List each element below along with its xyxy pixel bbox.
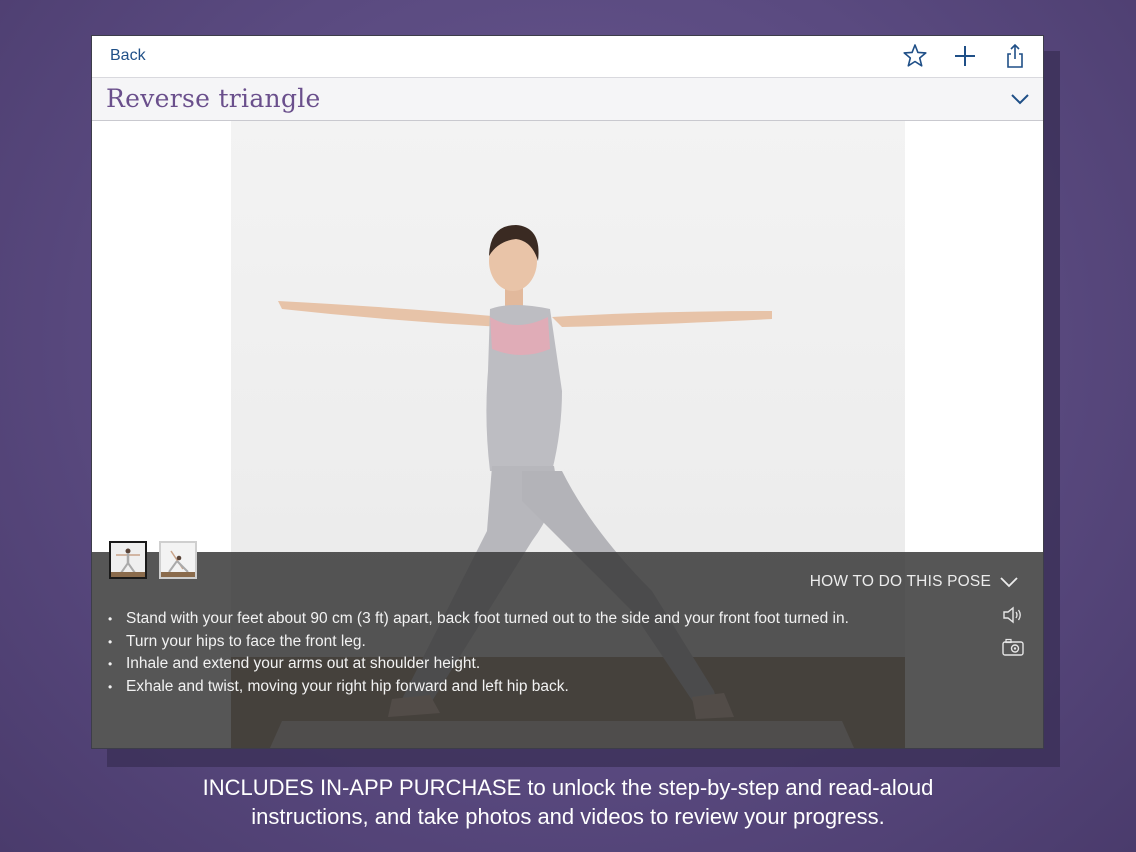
promo-caption-line-1: INCLUDES IN-APP PURCHASE to unlock the s… — [202, 775, 934, 800]
how-to-toggle[interactable]: HOW TO DO THIS POSE — [810, 573, 1019, 591]
chevron-down-icon — [1000, 577, 1018, 588]
pose-thumbnail-image — [111, 543, 145, 577]
promo-caption: INCLUDES IN-APP PURCHASE to unlock the s… — [0, 773, 1136, 831]
list-item: Exhale and twist, moving your right hip … — [108, 676, 849, 699]
share-icon[interactable] — [1001, 42, 1029, 70]
pose-thumbnail-image — [161, 543, 195, 577]
chevron-down-icon[interactable] — [1009, 90, 1031, 108]
star-icon[interactable] — [901, 42, 929, 70]
back-button[interactable]: Back — [110, 47, 146, 65]
top-toolbar: Back — [92, 36, 1043, 78]
plus-icon[interactable] — [951, 42, 979, 70]
thumbnail-twisted-pose[interactable] — [159, 541, 197, 579]
list-item: Inhale and extend your arms out at shoul… — [108, 653, 849, 676]
list-item: Stand with your feet about 90 cm (3 ft) … — [108, 608, 849, 631]
app-window: Back Reverse triangle HOW TO DO THIS POS… — [91, 35, 1044, 749]
thumbnail-standing-pose[interactable] — [109, 541, 147, 579]
how-to-header: HOW TO DO THIS POSE — [809, 573, 991, 590]
promo-caption-line-2: instructions, and take photos and videos… — [251, 804, 885, 829]
speaker-icon[interactable] — [1001, 605, 1025, 625]
instruction-steps: Stand with your feet about 90 cm (3 ft) … — [108, 608, 849, 698]
page-title: Reverse triangle — [106, 84, 321, 113]
list-item: Turn your hips to face the front leg. — [108, 631, 849, 654]
camera-icon[interactable] — [1001, 637, 1025, 657]
pose-title-bar[interactable]: Reverse triangle — [92, 78, 1043, 121]
